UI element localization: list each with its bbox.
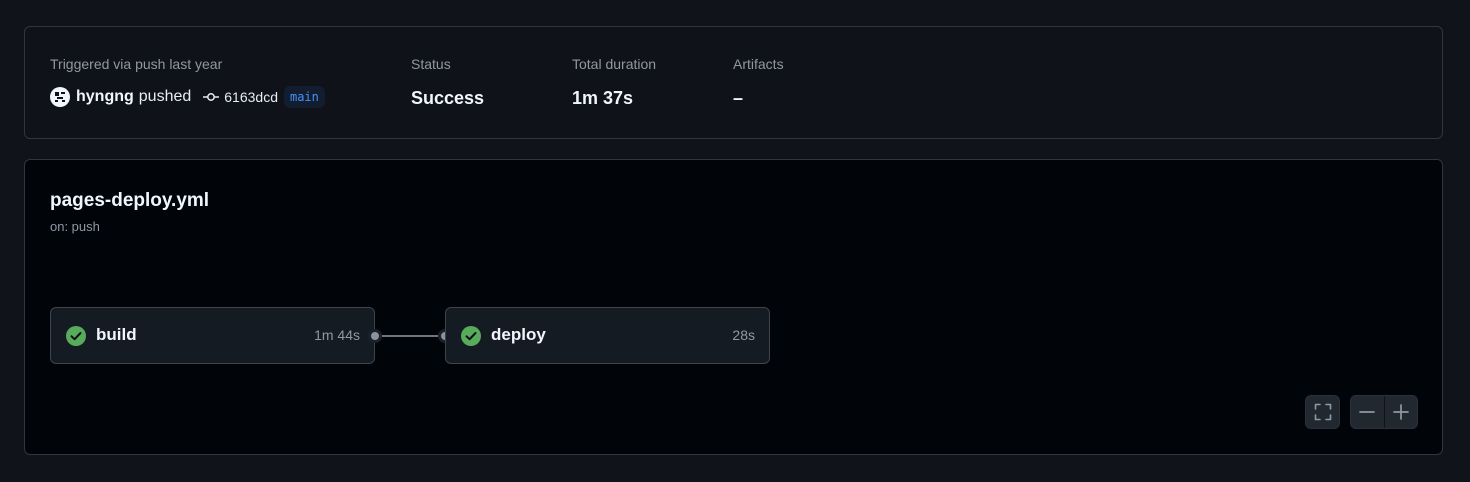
zoom-controls: [1350, 395, 1418, 429]
workflow-file-name[interactable]: pages-deploy.yml: [50, 190, 209, 212]
trigger-verb: pushed: [138, 88, 192, 105]
git-commit-icon: [203, 91, 220, 103]
trigger-label: Triggered via push last year: [50, 56, 223, 72]
job-card-deploy[interactable]: deploy 28s: [445, 307, 770, 364]
status-value: Success: [411, 88, 485, 108]
commit-sha-link[interactable]: 6163dcd: [224, 89, 278, 105]
job-name: deploy: [491, 325, 546, 344]
fullscreen-button[interactable]: [1305, 395, 1340, 429]
duration-label: Total duration: [572, 56, 657, 72]
job-duration: 28s: [732, 327, 755, 343]
zoom-in-button[interactable]: [1384, 396, 1417, 428]
fullscreen-icon: [1314, 403, 1331, 421]
trigger-column: Triggered via push last year hyngng push…: [50, 55, 325, 109]
duration-column: Total duration 1m 37s: [572, 55, 656, 109]
job-duration: 1m 44s: [314, 327, 360, 343]
job-name: build: [96, 325, 137, 344]
check-circle-icon: [66, 326, 86, 351]
status-column: Status Success: [411, 55, 484, 109]
status-label: Status: [411, 56, 451, 72]
actor-link[interactable]: hyngng: [76, 88, 134, 106]
zoom-in-icon: [1392, 404, 1409, 420]
job-card-build[interactable]: build 1m 44s: [50, 307, 375, 364]
trigger-row: hyngng pushed 6163dcd main: [50, 85, 325, 109]
job-connector: [375, 335, 445, 337]
workflow-graph-panel: pages-deploy.yml on: push build 1m 44s d…: [24, 159, 1443, 455]
avatar[interactable]: [50, 87, 70, 107]
check-circle-icon: [461, 326, 481, 351]
run-summary-panel: Triggered via push last year hyngng push…: [24, 26, 1443, 139]
avatar-icon: [54, 91, 66, 103]
workflow-trigger: on: push: [50, 219, 100, 234]
duration-value: 1m 37s: [572, 88, 634, 108]
zoom-out-button[interactable]: [1351, 396, 1384, 428]
artifacts-label: Artifacts: [733, 56, 784, 72]
job-output-port: [368, 329, 382, 343]
artifacts-column: Artifacts –: [733, 55, 784, 109]
artifacts-value: –: [733, 88, 744, 108]
zoom-out-icon: [1359, 411, 1376, 413]
branch-badge[interactable]: main: [283, 86, 325, 108]
